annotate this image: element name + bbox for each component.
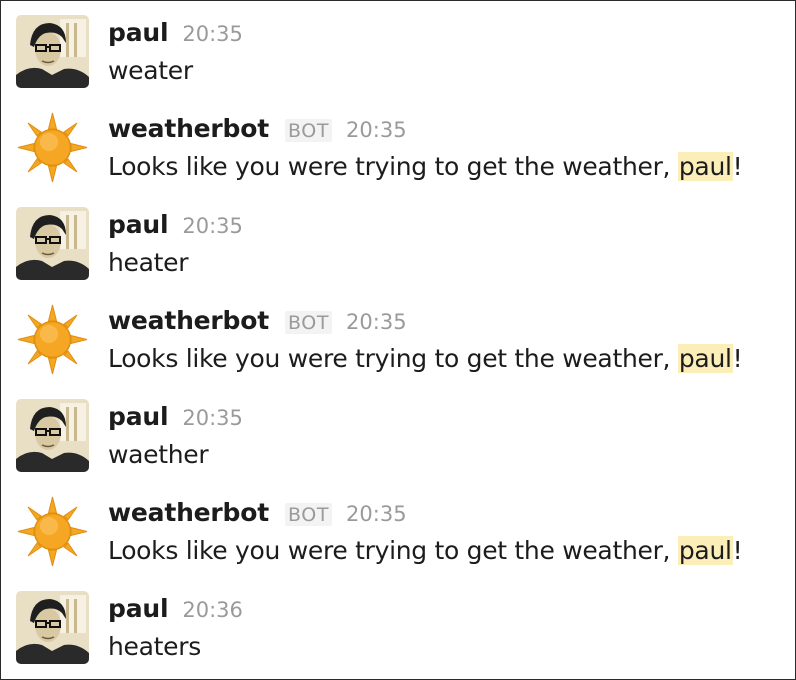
message-timestamp[interactable]: 20:35 [346,502,407,526]
message-header: weatherbot BOT 20:35 [108,114,407,144]
sender-name[interactable]: paul [108,210,169,239]
message-timestamp[interactable]: 20:35 [182,22,243,46]
sun-icon [17,496,88,567]
user-avatar[interactable] [16,399,89,472]
message-text: weater [108,56,193,85]
bot-avatar[interactable] [16,111,89,184]
sender-name[interactable]: weatherbot [108,498,269,527]
user-mention[interactable]: paul [677,344,733,373]
message-header: weatherbot BOT 20:35 [108,306,407,336]
bot-badge: BOT [284,503,333,526]
message-header: paul 20:35 [108,402,243,432]
message-text-part: Looks like you were trying to get the we… [108,344,678,373]
message-item: paul 20:36 heaters [1,591,795,679]
sun-icon [17,304,88,375]
message-text: Looks like you were trying to get the we… [108,344,743,373]
user-photo-avatar-icon [16,15,89,88]
message-header: weatherbot BOT 20:35 [108,498,407,528]
message-item: weatherbot BOT 20:35 Looks like you were… [1,111,795,207]
message-header: paul 20:35 [108,210,243,240]
message-text: waether [108,440,209,469]
message-timestamp[interactable]: 20:35 [346,310,407,334]
user-photo-avatar-icon [16,207,89,280]
message-text-part: Looks like you were trying to get the we… [108,536,678,565]
bot-badge: BOT [284,119,333,142]
bot-badge: BOT [284,311,333,334]
sender-name[interactable]: paul [108,594,169,623]
user-avatar[interactable] [16,591,89,664]
message-item: paul 20:35 weater [1,15,795,111]
user-mention[interactable]: paul [677,152,733,181]
message-list: paul 20:35 weater weatherbot BOT 20:35 L… [0,0,796,680]
message-text: heaters [108,632,201,661]
message-text: Looks like you were trying to get the we… [108,152,743,181]
user-photo-avatar-icon [16,591,89,664]
message-header: paul 20:36 [108,594,243,624]
bot-avatar[interactable] [16,303,89,376]
message-text-part: Looks like you were trying to get the we… [108,152,678,181]
message-timestamp[interactable]: 20:36 [182,598,243,622]
message-item: weatherbot BOT 20:35 Looks like you were… [1,495,795,591]
sender-name[interactable]: paul [108,18,169,47]
user-avatar[interactable] [16,15,89,88]
sender-name[interactable]: weatherbot [108,114,269,143]
message-timestamp[interactable]: 20:35 [346,118,407,142]
message-text-part: ! [732,152,743,181]
sun-icon [17,112,88,183]
message-text-part: ! [732,344,743,373]
message-timestamp[interactable]: 20:35 [182,406,243,430]
user-avatar[interactable] [16,207,89,280]
bot-avatar[interactable] [16,495,89,568]
message-text: heater [108,248,189,277]
message-header: paul 20:35 [108,18,243,48]
sender-name[interactable]: paul [108,402,169,431]
message-item: paul 20:35 heater [1,207,795,303]
message-text: Looks like you were trying to get the we… [108,536,743,565]
message-text-part: ! [732,536,743,565]
sender-name[interactable]: weatherbot [108,306,269,335]
user-photo-avatar-icon [16,399,89,472]
user-mention[interactable]: paul [677,536,733,565]
message-item: paul 20:35 waether [1,399,795,495]
message-item: weatherbot BOT 20:35 Looks like you were… [1,303,795,399]
message-timestamp[interactable]: 20:35 [182,214,243,238]
